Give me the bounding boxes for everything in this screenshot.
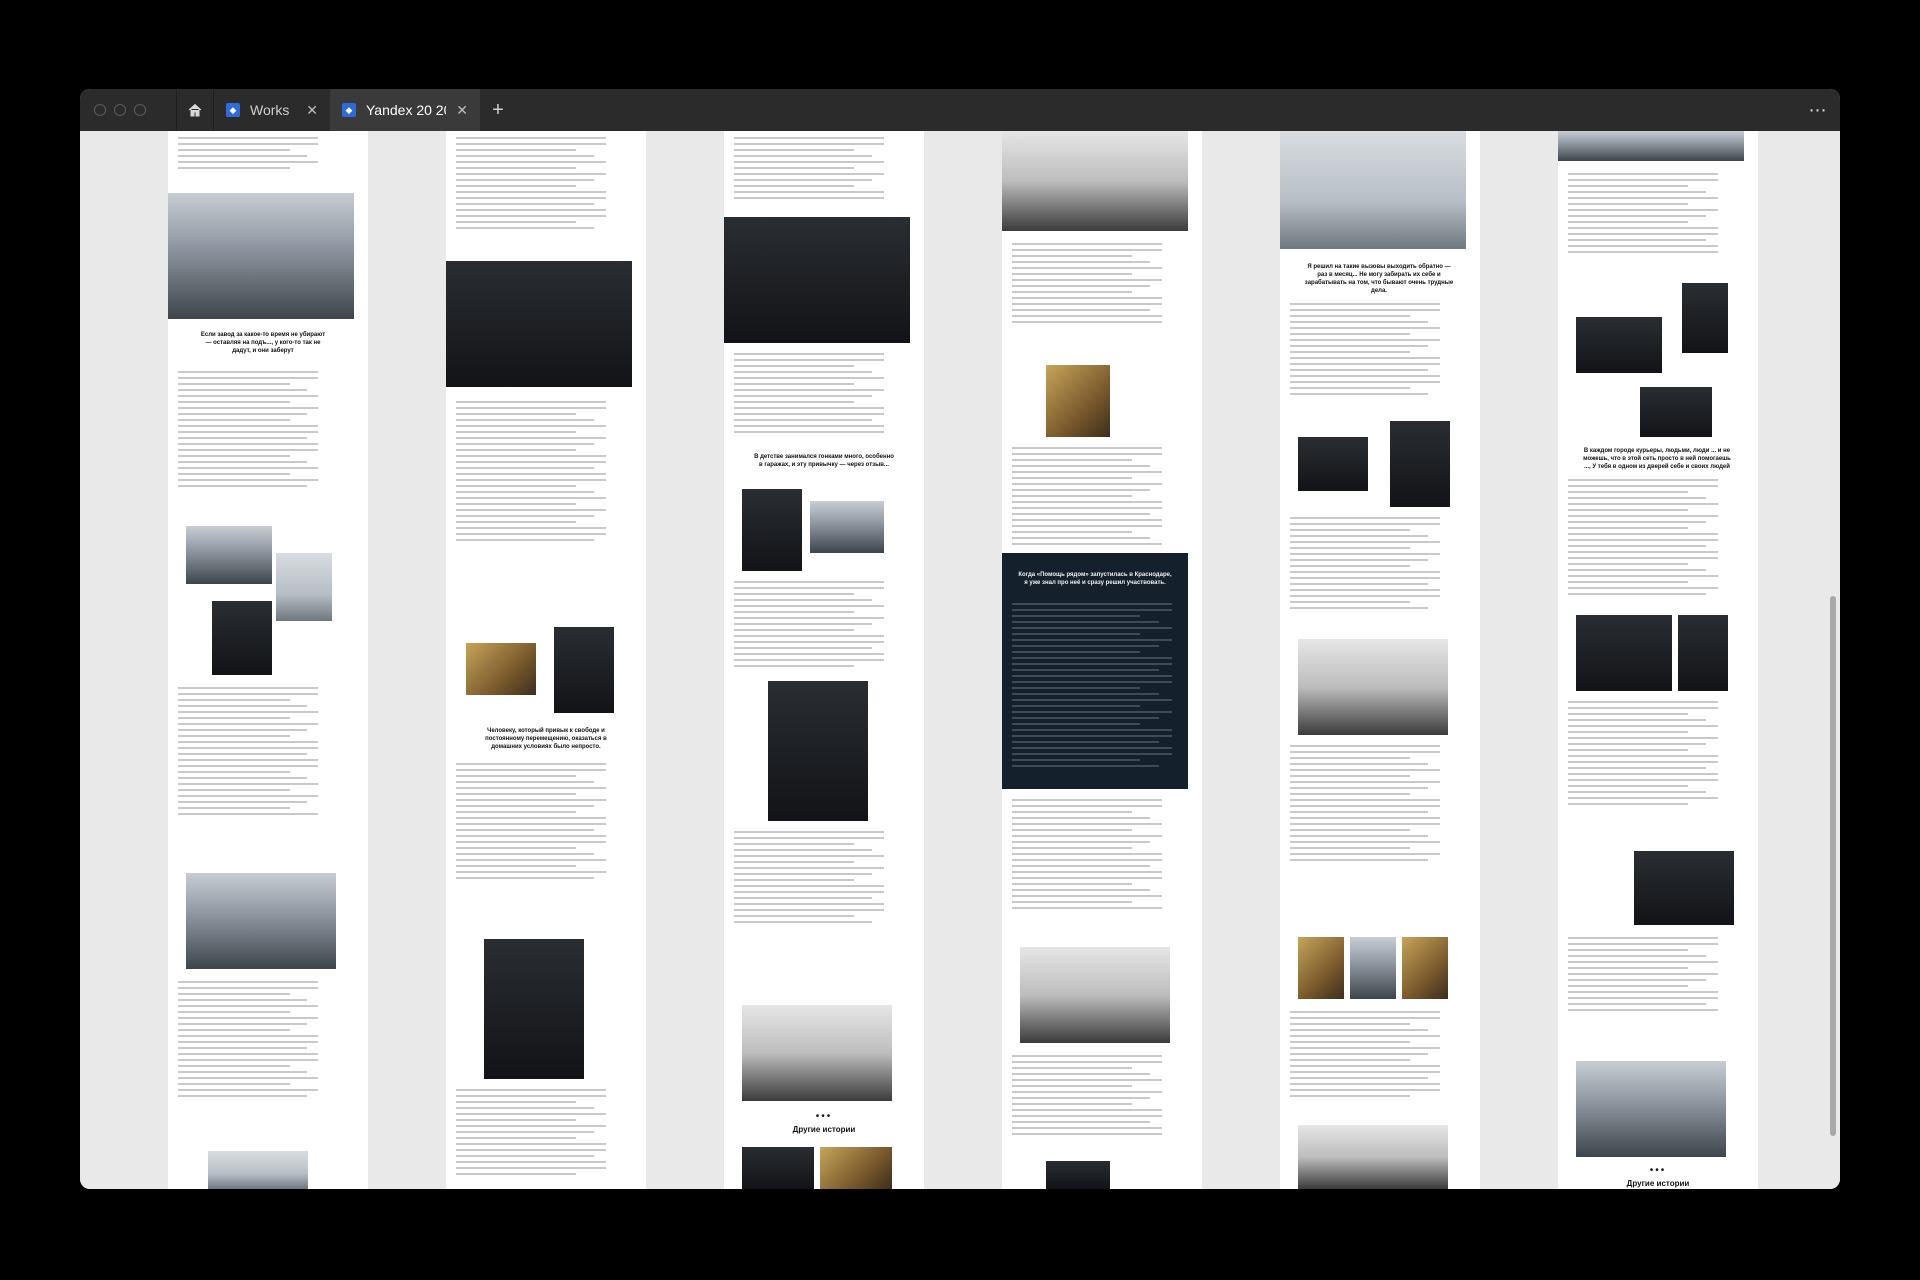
article-text <box>1012 447 1162 549</box>
article-text <box>178 137 318 173</box>
photo <box>276 553 332 621</box>
article-text <box>456 401 606 545</box>
photo <box>1576 615 1672 691</box>
article-text <box>1012 799 1162 913</box>
article-text <box>734 353 884 437</box>
more-menu-button[interactable]: ⋯ <box>1796 89 1840 131</box>
article-text <box>1012 1055 1162 1139</box>
photo <box>1298 937 1344 999</box>
minimize-window-button[interactable] <box>114 104 126 116</box>
article-text <box>1568 173 1718 257</box>
photo <box>1298 639 1448 735</box>
article-text <box>1568 701 1718 809</box>
photo <box>1280 131 1466 249</box>
pull-quote: В каждом городе курьеры, людьми, люди ..… <box>1583 448 1731 470</box>
article-text <box>456 1089 606 1179</box>
photo <box>554 627 614 713</box>
figma-file-icon: ◆ <box>342 103 356 117</box>
section-divider: ••• <box>815 1111 833 1122</box>
tab-works[interactable]: ◆ Works ✕ <box>214 89 330 131</box>
artboard-3[interactable]: В детстве занимался гонками много, особе… <box>724 131 924 1189</box>
figma-window: ◆ Works ✕ ◆ Yandex 20 2020 ✕ + ⋯ Если за… <box>80 89 1840 1189</box>
photo <box>186 873 336 969</box>
photo <box>466 643 536 695</box>
close-tab-button[interactable]: ✕ <box>306 102 318 119</box>
article-text <box>1012 243 1162 327</box>
photo <box>186 526 272 584</box>
figma-file-icon: ◆ <box>226 103 240 117</box>
article-text <box>734 137 884 203</box>
article-text <box>178 687 318 819</box>
other-stories-heading: Другие истории <box>1626 1179 1690 1188</box>
pull-quote: Человеку, который привык к свободе и пос… <box>485 728 607 750</box>
article-text <box>456 763 606 883</box>
article-text <box>1290 303 1440 399</box>
photo <box>742 489 802 571</box>
other-stories-heading: Другие истории <box>792 1125 856 1134</box>
vertical-scrollbar[interactable] <box>1830 596 1836 1136</box>
photo <box>1046 1161 1110 1189</box>
photo <box>742 1147 814 1189</box>
window-controls <box>94 104 176 116</box>
article-text <box>1568 937 1718 1015</box>
article-text <box>1290 745 1440 865</box>
artboard-6[interactable]: В каждом городе курьеры, людьми, люди ..… <box>1558 131 1758 1189</box>
article-text <box>1568 479 1718 599</box>
photo <box>1640 387 1712 437</box>
photo <box>1402 937 1448 999</box>
new-tab-button[interactable]: + <box>480 89 516 131</box>
photo <box>1298 1125 1448 1189</box>
photo <box>484 939 584 1079</box>
photo <box>1002 131 1188 231</box>
artboard-4[interactable]: Когда «Помощь рядом» запустилась в Красн… <box>1002 131 1202 1189</box>
photo <box>1298 437 1368 491</box>
design-canvas[interactable]: Если завод за какое-то время не убирают … <box>80 131 1840 1189</box>
pull-quote: Если завод за какое-то время не убирают … <box>200 332 326 354</box>
photo <box>1634 851 1734 925</box>
pull-quote: Я решил на такие вызовы выходить обратно… <box>1304 264 1454 294</box>
photo <box>768 681 868 821</box>
tab-label: Yandex 20 2020 <box>366 102 446 118</box>
photo <box>168 193 354 319</box>
artboard-2[interactable]: Человеку, который привык к свободе и пос… <box>446 131 646 1189</box>
pull-quote: В детстве занимался гонками много, особе… <box>754 454 894 468</box>
article-text <box>734 831 884 927</box>
highlight-block: Когда «Помощь рядом» запустилась в Красн… <box>1002 553 1188 789</box>
article-text <box>1012 603 1172 771</box>
artboard-1[interactable]: Если завод за какое-то время не убирают … <box>168 131 368 1189</box>
article-text <box>1290 517 1440 613</box>
photo <box>1390 421 1450 507</box>
close-tab-button[interactable]: ✕ <box>456 102 468 119</box>
photo <box>212 601 272 675</box>
photo <box>1682 283 1728 353</box>
photo <box>446 261 632 387</box>
photo <box>724 217 910 343</box>
maximize-window-button[interactable] <box>134 104 146 116</box>
title-bar: ◆ Works ✕ ◆ Yandex 20 2020 ✕ + ⋯ <box>80 89 1840 131</box>
photo <box>1350 937 1396 999</box>
section-divider: ••• <box>1649 1165 1667 1176</box>
article-text <box>1290 1011 1440 1101</box>
photo <box>208 1151 308 1189</box>
photo <box>1678 615 1728 691</box>
pull-quote: Когда «Помощь рядом» запустилась в Красн… <box>1018 572 1172 586</box>
photo <box>742 1005 892 1101</box>
home-button[interactable] <box>176 89 214 131</box>
photo <box>810 501 884 553</box>
article-text <box>734 581 884 671</box>
article-text <box>178 981 318 1101</box>
photo <box>820 1147 892 1189</box>
article-text <box>456 137 606 233</box>
photo <box>1576 1061 1726 1157</box>
photo <box>1020 947 1170 1043</box>
tab-yandex-20-2020[interactable]: ◆ Yandex 20 2020 ✕ <box>330 89 480 131</box>
photo <box>1576 317 1662 373</box>
home-icon <box>188 103 202 117</box>
photo <box>1558 131 1744 161</box>
photo <box>1046 365 1110 437</box>
artboard-5[interactable]: Я решил на такие вызовы выходить обратно… <box>1280 131 1480 1189</box>
article-text <box>178 371 318 491</box>
close-window-button[interactable] <box>94 104 106 116</box>
tab-label: Works <box>250 102 290 118</box>
